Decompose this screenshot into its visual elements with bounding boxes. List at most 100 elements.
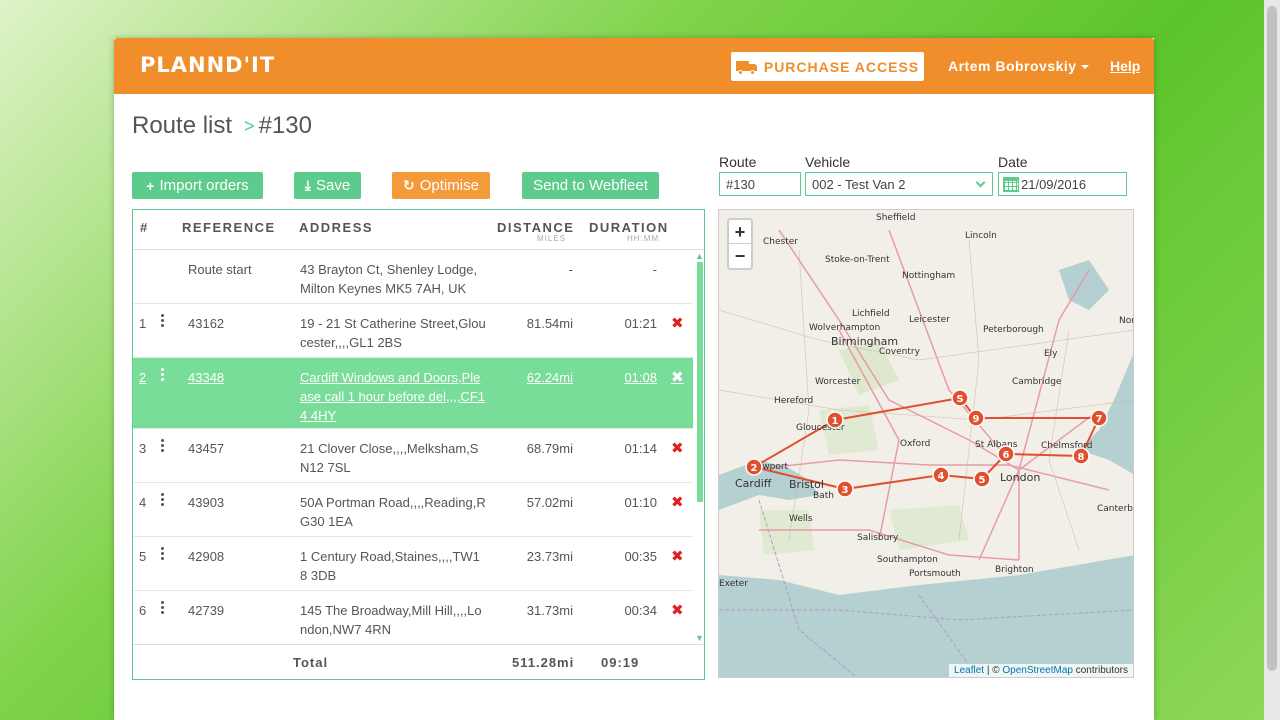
row-reference[interactable]: 43348: [188, 368, 224, 387]
col-header-reference[interactable]: REFERENCE: [182, 220, 276, 235]
total-distance: 511.28mi: [512, 655, 575, 670]
col-header-distance[interactable]: DISTANCE: [497, 220, 574, 235]
route-marker[interactable]: 8: [1072, 447, 1090, 465]
purchase-access-button[interactable]: PURCHASE ACCESS: [731, 52, 924, 81]
zoom-out-button[interactable]: −: [729, 244, 751, 268]
route-label: Route: [719, 154, 757, 170]
row-address: 50A Portman Road,,,,Reading,RG30 1EA: [300, 495, 486, 529]
row-distance[interactable]: 62.24mi: [527, 368, 573, 387]
send-to-webfleet-button[interactable]: Send to Webfleet: [522, 172, 659, 199]
attribution-separator: | ©: [984, 665, 1003, 676]
vehicle-select[interactable]: 002 - Test Van 2: [805, 172, 993, 196]
refresh-icon: ↻: [403, 177, 415, 193]
table-row[interactable]: 4 43903 50A Portman Road,,,,Reading,RG30 1…: [133, 483, 693, 537]
zoom-in-button[interactable]: +: [729, 220, 751, 244]
row-reference: 42908: [188, 549, 225, 564]
delete-icon[interactable]: ✖: [671, 314, 684, 333]
drag-handle-icon[interactable]: [161, 439, 165, 459]
import-orders-button[interactable]: + Import orders: [132, 172, 263, 199]
row-reference: 43457: [188, 441, 225, 456]
drag-handle-icon[interactable]: [161, 601, 165, 621]
optimise-button[interactable]: ↻ Optimise: [392, 172, 490, 199]
scroll-thumb[interactable]: [697, 262, 703, 502]
route-marker[interactable]: 1: [826, 411, 844, 429]
route-table: # REFERENCE ADDRESS DISTANCE MILES DURAT…: [132, 209, 705, 680]
drag-handle-icon[interactable]: [161, 314, 165, 334]
map-place-label: Peterborough: [983, 325, 1044, 335]
zoom-control: + −: [727, 218, 753, 270]
col-header-duration[interactable]: DURATION: [589, 220, 669, 235]
route-marker[interactable]: 2: [745, 458, 763, 476]
calendar-icon[interactable]: [1003, 176, 1019, 192]
save-button[interactable]: ⤓ Save: [294, 172, 361, 199]
map-place-label: Chester: [763, 237, 798, 247]
map-place-label: Sheffield: [876, 213, 915, 223]
table-row[interactable]: 5 42908 1 Century Road,Staines,,,,TW18 3DB…: [133, 537, 693, 591]
row-duration[interactable]: 01:08: [624, 368, 657, 387]
map-place-label: Wells: [789, 514, 813, 524]
help-link[interactable]: Help: [1110, 58, 1140, 74]
map-place-label: Lincoln: [965, 231, 997, 241]
drag-handle-icon[interactable]: [161, 493, 165, 513]
scroll-down-icon[interactable]: ▼: [695, 634, 704, 643]
row-distance: 31.73mi: [526, 603, 573, 618]
map-place-label: Hereford: [774, 396, 813, 406]
col-header-distance-unit: MILES: [537, 234, 567, 243]
date-field[interactable]: 21/09/2016: [998, 172, 1127, 196]
map-place-label: Leicester: [909, 315, 950, 325]
table-row[interactable]: 1 43162 19 - 21 St Catherine Street,Glouce…: [133, 304, 693, 358]
drag-handle-icon[interactable]: [161, 547, 165, 567]
row-address[interactable]: Cardiff Windows and Doors,Please call 1 …: [300, 368, 486, 425]
user-name: Artem Bobrovskiy: [948, 58, 1077, 74]
scroll-up-icon[interactable]: ▲: [695, 252, 704, 261]
route-marker-label: 7: [1096, 414, 1103, 425]
route-marker[interactable]: 3: [836, 480, 854, 498]
route-marker[interactable]: 9: [967, 409, 985, 427]
user-menu[interactable]: Artem Bobrovskiy: [948, 58, 1089, 74]
table-row[interactable]: 6 42739 145 The Broadway,Mill Hill,,,,Lond…: [133, 591, 693, 644]
route-marker[interactable]: 4: [932, 466, 950, 484]
drag-handle-icon[interactable]: [161, 368, 165, 388]
send-to-webfleet-label: Send to Webfleet: [533, 177, 648, 194]
page-scroll-thumb[interactable]: [1267, 6, 1277, 671]
row-number: 3: [139, 441, 147, 456]
osm-link[interactable]: OpenStreetMap: [1002, 665, 1073, 676]
route-marker[interactable]: 5: [973, 470, 991, 488]
row-reference: 43903: [188, 495, 225, 510]
table-scrollbar[interactable]: ▲ ▼: [694, 250, 705, 644]
map-place-label: Ely: [1044, 349, 1058, 359]
map-place-label: London: [1000, 471, 1040, 484]
col-header-address[interactable]: ADDRESS: [299, 220, 373, 235]
row-address: 145 The Broadway,Mill Hill,,,,London,NW7…: [300, 603, 482, 637]
delete-icon[interactable]: ✖: [671, 368, 684, 387]
row-distance: 81.54mi: [526, 316, 573, 331]
map-place-label: Lichfield: [852, 309, 890, 319]
delete-icon[interactable]: ✖: [671, 439, 684, 458]
route-marker-label: 9: [973, 414, 980, 425]
table-body: Route start 43 Brayton Ct, Shenley Lodge,…: [133, 250, 693, 644]
route-map[interactable]: + − Sheffield Chester Lincoln Stoke-on-T…: [718, 209, 1134, 678]
map-place-label: Portsmouth: [909, 569, 961, 579]
route-marker[interactable]: S: [951, 389, 969, 407]
breadcrumb-route-list[interactable]: Route list: [132, 112, 232, 140]
app-logo[interactable]: PLANND'IT: [140, 53, 275, 77]
table-row[interactable]: 2 43348 Cardiff Windows and Doors,Please c…: [133, 358, 693, 429]
leaflet-link[interactable]: Leaflet: [954, 665, 984, 676]
delete-icon[interactable]: ✖: [671, 493, 684, 512]
row-number: 5: [139, 549, 147, 564]
row-reference: 43162: [188, 316, 225, 331]
table-row[interactable]: 3 43457 21 Clover Close,,,,Melksham,SN12 7…: [133, 429, 693, 483]
page-scrollbar[interactable]: [1264, 0, 1280, 720]
delete-icon[interactable]: ✖: [671, 547, 684, 566]
row-address: 1 Century Road,Staines,,,,TW18 3DB: [300, 549, 480, 583]
row-duration: 01:14: [624, 441, 657, 456]
map-place-label: Brighton: [995, 565, 1034, 575]
route-marker-label: 1: [832, 416, 839, 427]
route-marker[interactable]: 6: [997, 445, 1015, 463]
delete-icon[interactable]: ✖: [671, 601, 684, 620]
attribution-text: contributors: [1072, 665, 1128, 676]
table-row[interactable]: Route start 43 Brayton Ct, Shenley Lodge,…: [133, 250, 693, 304]
route-field[interactable]: #130: [719, 172, 801, 196]
map-place-label: Southampton: [877, 555, 938, 565]
route-marker[interactable]: 7: [1090, 409, 1108, 427]
